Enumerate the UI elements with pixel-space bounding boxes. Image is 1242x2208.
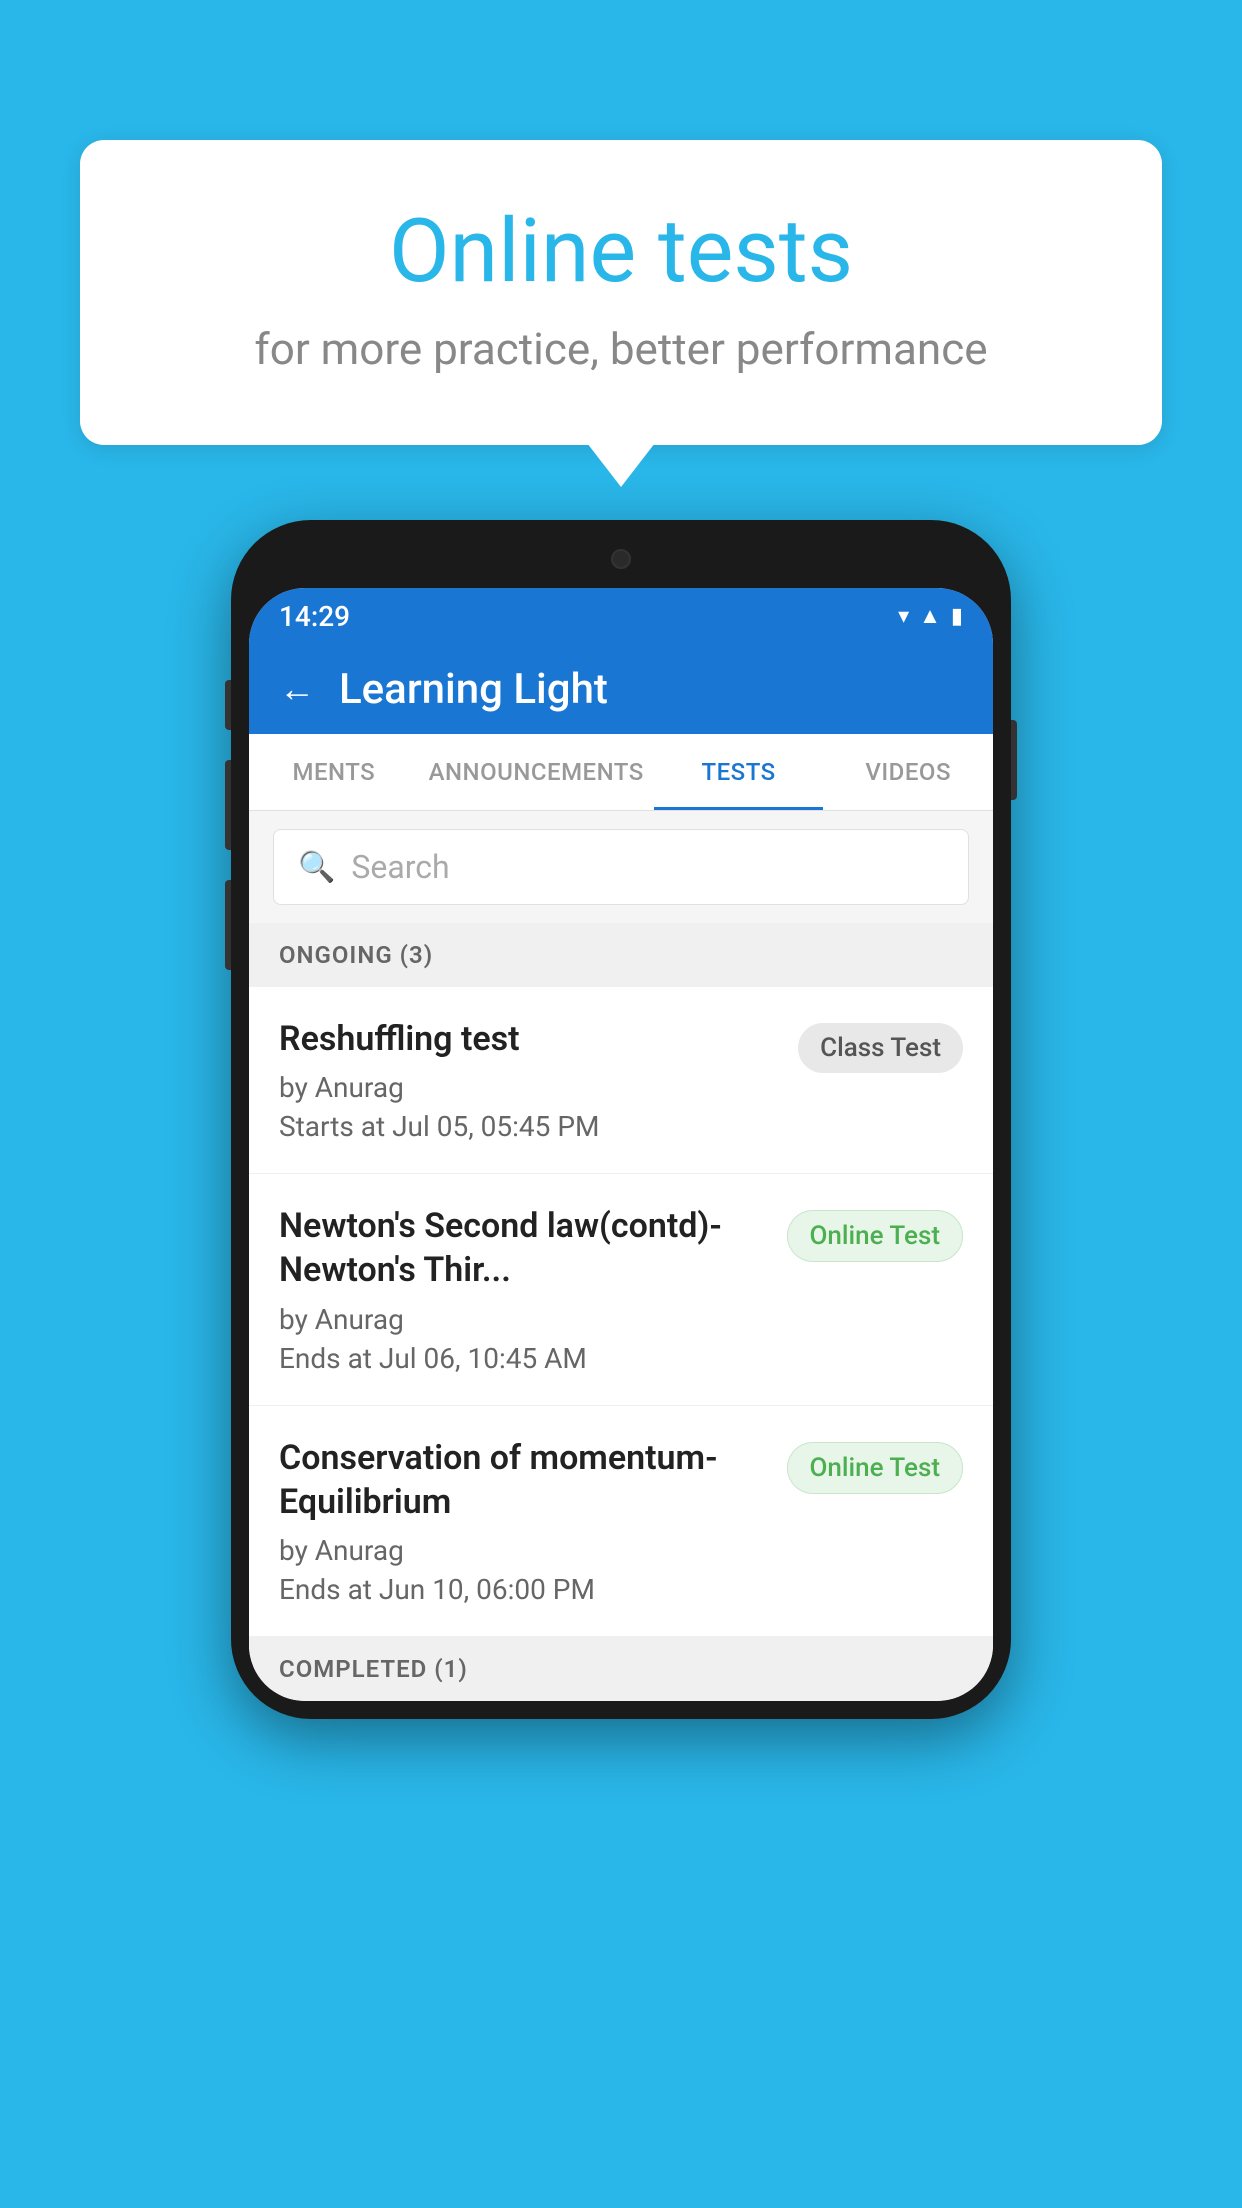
wifi-icon: ▾	[898, 604, 909, 629]
notch	[551, 538, 691, 580]
status-bar: 14:29 ▾ ▲ ▮	[249, 588, 993, 644]
promo-bubble: Online tests for more practice, better p…	[80, 140, 1162, 445]
test-name: Newton's Second law(contd)-Newton's Thir…	[279, 1204, 767, 1292]
tab-videos[interactable]: VIDEOS	[823, 734, 993, 810]
search-input[interactable]: Search	[351, 848, 449, 886]
test-info: Newton's Second law(contd)-Newton's Thir…	[279, 1204, 767, 1374]
status-icons: ▾ ▲ ▮	[898, 603, 963, 629]
ongoing-section-header: ONGOING (3)	[249, 923, 993, 987]
test-date: Ends at Jun 10, 06:00 PM	[279, 1573, 767, 1606]
bubble-subtitle: for more practice, better performance	[160, 323, 1082, 375]
phone-frame: 14:29 ▾ ▲ ▮ ← Learning Light MENTS ANNOU…	[231, 520, 1011, 1719]
notch-area	[249, 538, 993, 588]
test-badge-online-2: Online Test	[787, 1442, 964, 1494]
test-name: Reshuffling test	[279, 1017, 778, 1061]
phone-screen: 14:29 ▾ ▲ ▮ ← Learning Light MENTS ANNOU…	[249, 588, 993, 1701]
back-button[interactable]: ←	[279, 668, 315, 710]
test-date: Ends at Jul 06, 10:45 AM	[279, 1342, 767, 1375]
bubble-card: Online tests for more practice, better p…	[80, 140, 1162, 445]
test-item[interactable]: Reshuffling test by Anurag Starts at Jul…	[249, 987, 993, 1174]
volume-up-button	[225, 760, 231, 850]
test-badge-online: Online Test	[787, 1210, 964, 1262]
tab-announcements[interactable]: ANNOUNCEMENTS	[419, 734, 654, 810]
test-item[interactable]: Conservation of momentum-Equilibrium by …	[249, 1406, 993, 1637]
test-name: Conservation of momentum-Equilibrium	[279, 1436, 767, 1524]
volume-down-button	[225, 880, 231, 970]
test-badge-class: Class Test	[798, 1023, 963, 1073]
power-button	[1011, 720, 1017, 800]
tab-assignments[interactable]: MENTS	[249, 734, 419, 810]
search-bar[interactable]: 🔍 Search	[273, 829, 969, 905]
mute-button	[225, 680, 231, 730]
test-list: Reshuffling test by Anurag Starts at Jul…	[249, 987, 993, 1637]
status-time: 14:29	[279, 600, 350, 633]
completed-section-header: COMPLETED (1)	[249, 1637, 993, 1701]
search-container: 🔍 Search	[249, 811, 993, 923]
tab-tests[interactable]: TESTS	[654, 734, 824, 810]
tab-bar: MENTS ANNOUNCEMENTS TESTS VIDEOS	[249, 734, 993, 811]
test-author: by Anurag	[279, 1303, 767, 1336]
signal-icon: ▲	[919, 603, 941, 629]
battery-icon: ▮	[951, 604, 963, 629]
test-date: Starts at Jul 05, 05:45 PM	[279, 1110, 778, 1143]
test-author: by Anurag	[279, 1071, 778, 1104]
test-item[interactable]: Newton's Second law(contd)-Newton's Thir…	[249, 1174, 993, 1405]
app-header: ← Learning Light	[249, 644, 993, 734]
test-info: Reshuffling test by Anurag Starts at Jul…	[279, 1017, 778, 1143]
test-author: by Anurag	[279, 1534, 767, 1567]
search-icon: 🔍	[298, 850, 335, 885]
test-info: Conservation of momentum-Equilibrium by …	[279, 1436, 767, 1606]
camera	[611, 549, 631, 569]
phone-mockup: 14:29 ▾ ▲ ▮ ← Learning Light MENTS ANNOU…	[231, 520, 1011, 1719]
bubble-title: Online tests	[160, 200, 1082, 303]
app-title: Learning Light	[339, 665, 608, 714]
